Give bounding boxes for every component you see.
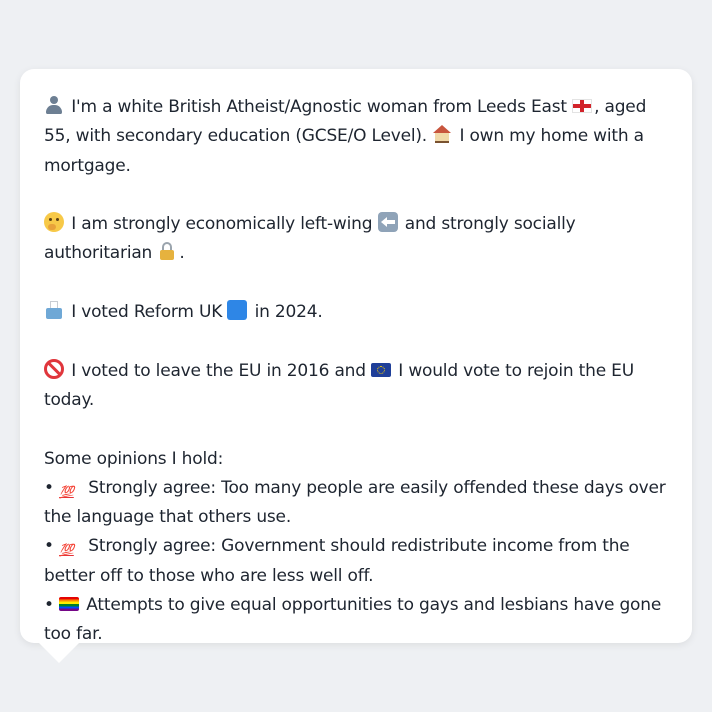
eu-flag-icon bbox=[371, 362, 392, 377]
politics-text-3: . bbox=[179, 243, 185, 264]
politics-text-1: I am strongly economically left-wing bbox=[71, 214, 373, 235]
bullet: • bbox=[44, 477, 54, 498]
intro-paragraph: I'm a white British Atheist/Agnostic wom… bbox=[44, 93, 672, 181]
opinion-text: Strongly agree: Too many people are easi… bbox=[44, 477, 666, 528]
opinion-item: • 💯 Strongly agree: Government should re… bbox=[44, 532, 672, 591]
bullet: • bbox=[44, 595, 54, 616]
intro-text-1: I'm a white British Atheist/Agnostic wom… bbox=[71, 97, 567, 117]
eu-text-1: I voted to leave the EU in 2016 and bbox=[71, 360, 366, 381]
left-arrow-icon bbox=[377, 212, 398, 233]
bubble-tail bbox=[38, 642, 80, 663]
vote-text-2: in 2024. bbox=[254, 302, 323, 323]
blue-square-icon bbox=[227, 300, 248, 321]
vote-paragraph: I voted Reform UK in 2024. bbox=[44, 298, 672, 327]
opinions-section: Some opinions I hold: • 💯 Strongly agree… bbox=[44, 445, 672, 650]
lock-icon bbox=[157, 241, 177, 261]
message-bubble: I'm a white British Atheist/Agnostic wom… bbox=[20, 69, 692, 644]
politics-paragraph: I am strongly economically left-wing and… bbox=[44, 210, 672, 269]
opinion-item: • Attempts to give equal opportunities t… bbox=[44, 591, 672, 650]
thinking-face-icon bbox=[44, 212, 64, 233]
eu-paragraph: I voted to leave the EU in 2016 and I wo… bbox=[44, 357, 672, 416]
person-icon bbox=[44, 95, 64, 115]
rainbow-flag-icon bbox=[59, 597, 80, 612]
england-flag-icon bbox=[572, 99, 593, 113]
opinions-heading: Some opinions I hold: bbox=[44, 448, 224, 469]
opinion-text: Strongly agree: Government should redist… bbox=[44, 536, 630, 586]
ballot-box-icon bbox=[44, 300, 64, 320]
vote-text-1: I voted Reform UK bbox=[71, 302, 223, 323]
house-icon bbox=[432, 124, 452, 144]
opinion-item: • 💯 Strongly agree: Too many people are … bbox=[44, 474, 672, 533]
opinion-text: Attempts to give equal opportunities to … bbox=[44, 595, 662, 645]
hundred-points-icon: 💯 bbox=[59, 543, 74, 558]
prohibited-icon bbox=[44, 358, 64, 379]
hundred-points-icon: 💯 bbox=[59, 484, 74, 499]
bullet: • bbox=[44, 536, 54, 557]
